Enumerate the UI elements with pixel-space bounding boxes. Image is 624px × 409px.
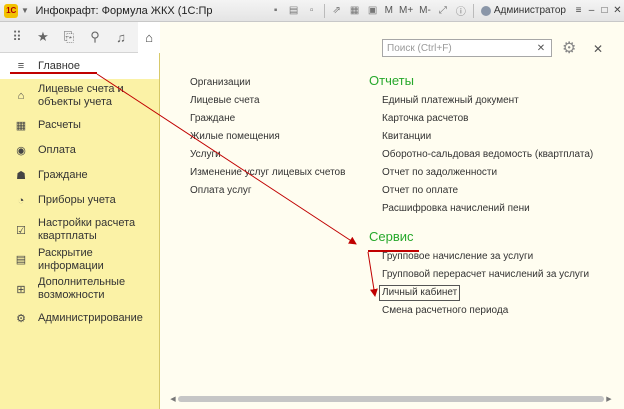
sidebar-item-label: Лицевые счета и объекты учета: [38, 83, 124, 108]
reports-title: Отчеты: [369, 73, 414, 88]
title-toolbar: ▪ ▤ ▫ ⇗ ▦ ▣ M M+ M- ⤢ ⓘ Администратор ≡ …: [267, 0, 624, 22]
sidebar: ≡ Главное ⌂ Лицевые счета и объекты учет…: [0, 53, 160, 409]
link-organizations[interactable]: Организации: [190, 74, 345, 92]
history-icon[interactable]: ⎘: [58, 26, 80, 48]
link-report[interactable]: Отчет по оплате: [382, 182, 593, 200]
search-icon[interactable]: ⚲: [84, 26, 106, 48]
calculator-icon: ▦: [15, 120, 27, 132]
clear-icon[interactable]: ✕: [533, 43, 549, 54]
link-services[interactable]: Услуги: [190, 146, 345, 164]
scroll-left-icon[interactable]: ◀: [168, 395, 178, 403]
right-sections: Отчеты Единый платежный документ Карточк…: [369, 70, 593, 320]
settings-menu-icon[interactable]: ≡: [572, 3, 585, 19]
sidebar-item-disclosure[interactable]: ▤ Раскрытие информации: [0, 247, 159, 272]
link-report[interactable]: Расшифровка начислений пени: [382, 200, 593, 218]
service-title: Сервис: [369, 229, 414, 244]
search-input[interactable]: [383, 40, 533, 56]
maximize-icon[interactable]: □: [598, 3, 611, 19]
save-icon[interactable]: ▪: [268, 3, 284, 19]
close-window-icon[interactable]: ✕: [611, 3, 624, 19]
link-personal-cabinet[interactable]: Личный кабинет: [379, 285, 461, 301]
fullscreen-icon[interactable]: ⤢: [435, 3, 451, 19]
sidebar-item-citizens[interactable]: ☗ Граждане: [0, 163, 159, 188]
link-service[interactable]: Групповое начисление за услуги: [382, 248, 593, 266]
window-controls: ≡ – □ ✕: [572, 3, 624, 19]
gear-icon: ⚙: [16, 313, 26, 325]
star-icon[interactable]: ★: [32, 26, 54, 48]
app-logo[interactable]: 1С: [4, 3, 19, 18]
window-title: Инфокрафт: Формула ЖКХ (1С:Предприятие): [35, 4, 213, 17]
checkbox-icon: ☑: [16, 224, 26, 237]
service-links: Групповое начисление за услуги Групповой…: [369, 248, 593, 320]
minimize-icon[interactable]: –: [585, 3, 598, 19]
link-service-payment[interactable]: Оплата услуг: [190, 182, 345, 200]
link-icon[interactable]: ⇗: [329, 3, 345, 19]
app-menu-arrow-icon[interactable]: ▼: [20, 6, 29, 15]
link-service[interactable]: Смена расчетного периода: [382, 302, 593, 320]
link-citizens[interactable]: Граждане: [190, 110, 345, 128]
search-box: ✕: [382, 39, 552, 57]
sections-toolbar: ⠿ ★ ⎘ ⚲ ♫: [0, 22, 160, 53]
link-accounts[interactable]: Лицевые счета: [190, 92, 345, 110]
sidebar-item-label: Оплата: [38, 144, 76, 156]
user-icon: [480, 5, 491, 16]
separator: [323, 3, 325, 18]
grid-icon[interactable]: ⠿: [6, 26, 28, 48]
title-bar: 1С ▼ Инфокрафт: Формула ЖКХ (1С:Предприя…: [0, 0, 624, 22]
scroll-track: [178, 396, 604, 402]
sidebar-item-calculations[interactable]: ▦ Расчеты: [0, 113, 159, 138]
horizontal-scrollbar[interactable]: ◀ ▶: [168, 394, 614, 404]
sidebar-item-label: Дополнительные возможности: [38, 276, 126, 301]
scroll-right-icon[interactable]: ▶: [604, 395, 614, 403]
link-report[interactable]: Единый платежный документ: [382, 92, 593, 110]
sidebar-item-settings[interactable]: ☑ Настройки расчета квартплаты: [0, 213, 159, 247]
preview-icon[interactable]: ▫: [304, 3, 320, 19]
separator: [472, 3, 474, 18]
memory-plus-button[interactable]: M+: [397, 3, 415, 19]
link-report[interactable]: Отчет по задолженности: [382, 164, 593, 182]
main-links: Организации Лицевые счета Граждане Жилые…: [190, 74, 345, 200]
sidebar-item-meters[interactable]: ◔ Приборы учета: [0, 188, 159, 213]
sidebar-item-label: Раскрытие информации: [38, 246, 104, 272]
print-icon[interactable]: ▤: [286, 3, 302, 19]
main-content: ✕ ⚙ ✕ Организации Лицевые счета Граждане…: [160, 22, 624, 409]
info-icon[interactable]: ⓘ: [453, 3, 469, 19]
scroll-thumb[interactable]: [178, 396, 604, 402]
sidebar-item-additional[interactable]: ⊞ Дополнительные возможности: [0, 272, 159, 306]
link-service[interactable]: Групповой перерасчет начислений за услуг…: [382, 266, 593, 284]
sidebar-item-payment[interactable]: ◉ Оплата: [0, 138, 159, 163]
sidebar-item-administration[interactable]: ⚙ Администрирование: [0, 306, 159, 331]
hierarchy-icon: ⊞: [16, 283, 26, 296]
close-icon[interactable]: ✕: [593, 42, 603, 56]
sidebar-item-accounts[interactable]: ⌂ Лицевые счета и объекты учета: [0, 79, 159, 113]
link-report[interactable]: Оборотно-сальдовая ведомость (квартплата…: [382, 146, 593, 164]
reports-links: Единый платежный документ Карточка расче…: [369, 92, 593, 218]
document-icon: ▤: [15, 254, 27, 266]
sidebar-item-label: Администрирование: [38, 312, 143, 324]
meter-icon: ◔: [17, 194, 25, 207]
calendar-icon[interactable]: ▦: [347, 3, 363, 19]
calculator-small-icon[interactable]: ▣: [365, 3, 381, 19]
link-premises[interactable]: Жилые помещения: [190, 128, 345, 146]
sidebar-item-label: Настройки расчета квартплаты: [38, 217, 136, 242]
memory-button[interactable]: M: [383, 3, 395, 19]
sidebar-item-label: Расчеты: [38, 119, 81, 131]
people-icon: ☗: [16, 170, 26, 182]
coins-icon: ◉: [16, 145, 26, 157]
user-name[interactable]: Администратор: [494, 5, 566, 16]
settings-gear-icon[interactable]: ⚙: [562, 38, 576, 58]
house-icon: ⌂: [17, 90, 25, 102]
menu-icon: ≡: [17, 60, 25, 72]
memory-minus-button[interactable]: M-: [417, 3, 433, 19]
sidebar-item-label: Граждане: [38, 169, 88, 181]
link-report[interactable]: Карточка расчетов: [382, 110, 593, 128]
sidebar-item-label: Приборы учета: [38, 194, 116, 206]
sidebar-item-label: Главное: [38, 59, 81, 72]
sidebar-item-main[interactable]: ≡ Главное: [0, 53, 159, 79]
bell-icon[interactable]: ♫: [110, 26, 132, 48]
home-icon[interactable]: ⌂: [138, 22, 160, 53]
link-report[interactable]: Квитанции: [382, 128, 593, 146]
link-service-changes[interactable]: Изменение услуг лицевых счетов: [190, 164, 345, 182]
